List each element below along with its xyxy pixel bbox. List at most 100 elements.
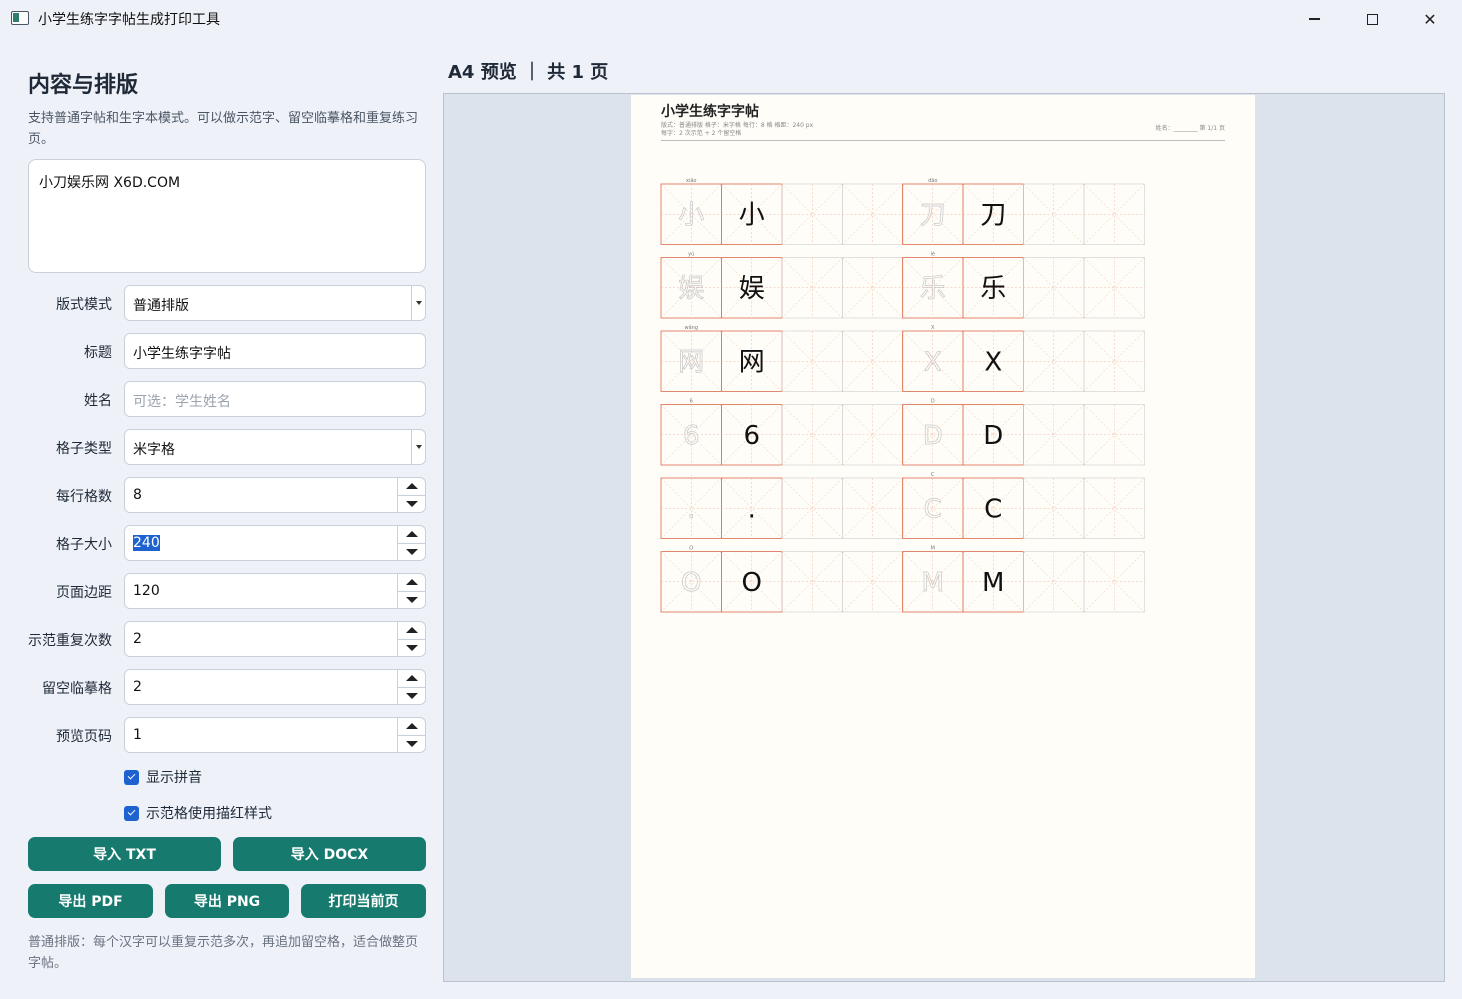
demo-character: . (748, 494, 756, 524)
trace-character: D (923, 421, 943, 451)
spin-up-icon[interactable] (398, 478, 425, 496)
maximize-button[interactable] (1343, 0, 1401, 38)
demo-character: 娱 (739, 274, 765, 304)
print-page-button[interactable]: 打印当前页 (301, 884, 426, 918)
pinyin-label: M (931, 546, 935, 552)
title-input[interactable]: 小学生练字字帖 (124, 333, 426, 369)
trace-character: 小 (678, 200, 704, 230)
layout-mode-row: 版式模式 普通排版 (28, 285, 426, 321)
page-margin-value: 120 (133, 583, 160, 599)
minimize-button[interactable] (1285, 0, 1343, 38)
practice-grid: xiǎo 小 小 dāo 刀 刀 yú 娱 娱 lè 乐 乐 wǎng 网 网 X X X 6 6 6 D D D.. . C C C… (660, 177, 1145, 613)
layout-mode-label: 版式模式 (56, 297, 112, 313)
spinner (397, 670, 425, 704)
preview-page-row: 预览页码 1 (28, 717, 426, 753)
spin-up-icon[interactable] (398, 718, 425, 736)
page-margin-label: 页面边距 (56, 585, 112, 601)
trace-character: 娱 (678, 274, 704, 304)
spin-up-icon[interactable] (398, 526, 425, 544)
cell-size-row: 格子大小 240 (28, 525, 426, 561)
app-icon (11, 11, 29, 25)
trace-character: O (681, 568, 701, 598)
maximize-icon (1366, 13, 1378, 25)
grid-type-select[interactable]: 米字格 (124, 429, 426, 465)
demo-character: C (984, 494, 1002, 524)
spin-down-icon[interactable] (398, 640, 425, 657)
layout-mode-select[interactable]: 普通排版 (124, 285, 426, 321)
trace-character: X (924, 347, 942, 377)
pinyin-label: . (690, 472, 692, 478)
export-png-button[interactable]: 导出 PNG (165, 884, 289, 918)
pinyin-label: xiǎo (686, 177, 696, 184)
trace-character: 刀 (920, 200, 946, 230)
cells-per-row-spinbox[interactable]: 8 (124, 477, 426, 513)
blank-practice-spinbox[interactable]: 2 (124, 669, 426, 705)
name-input[interactable]: 可选：学生姓名 (124, 381, 426, 417)
checkmark-icon[interactable] (124, 769, 139, 785)
spinner (397, 622, 425, 656)
preview-area[interactable]: 小学生练字字帖 版式：普通排版 格子：米字格 每行：8 格 格距：240 px … (443, 93, 1445, 982)
spin-down-icon[interactable] (398, 496, 425, 513)
preview-title: A4 预览 ｜ 共 1 页 (448, 62, 609, 83)
blank-practice-label: 留空临摹格 (42, 681, 112, 697)
pinyin-label: dāo (928, 178, 937, 184)
cell-size-label: 格子大小 (56, 537, 112, 553)
spin-down-icon[interactable] (398, 592, 425, 609)
mode-hint: 普通排版：每个汉字可以重复示范多次，再追加留空格，适合做整页字帖。 (28, 935, 419, 971)
spin-up-icon[interactable] (398, 574, 425, 592)
close-button[interactable]: ✕ (1401, 0, 1459, 38)
title-label: 标题 (84, 345, 112, 361)
demo-character: 网 (739, 347, 765, 377)
chevron-down-icon[interactable] (411, 286, 425, 320)
demo-repeat-spinbox[interactable]: 2 (124, 621, 426, 657)
trace-character: 6 (683, 421, 700, 451)
content-textarea[interactable]: 小刀娱乐网 X6D.COM (28, 159, 426, 273)
chevron-down-icon[interactable] (411, 430, 425, 464)
layout-mode-value: 普通排版 (133, 298, 189, 314)
trace-character: 网 (678, 347, 704, 377)
demo-character: 小 (739, 200, 765, 230)
cell-size-value: 240 (133, 535, 160, 551)
spinner (397, 478, 425, 512)
export-pdf-button[interactable]: 导出 PDF (28, 884, 153, 918)
import-docx-button[interactable]: 导入 DOCX (233, 837, 426, 871)
spin-up-icon[interactable] (398, 670, 425, 688)
preview-page-spinbox[interactable]: 1 (124, 717, 426, 753)
demo-repeat-row: 示范重复次数 2 (28, 621, 426, 657)
spinner (397, 718, 425, 752)
pinyin-label: O (689, 546, 693, 552)
pinyin-label: lè (931, 251, 935, 258)
spinner (397, 526, 425, 560)
trace-character: M (922, 568, 944, 598)
spin-up-icon[interactable] (398, 622, 425, 640)
close-icon: ✕ (1423, 9, 1437, 29)
panel-heading: 内容与排版 (28, 73, 139, 98)
trace-character: 乐 (920, 274, 946, 304)
pinyin-label: yú (688, 251, 694, 258)
cells-per-row-row: 每行格数 8 (28, 477, 426, 513)
blank-practice-row: 留空临摹格 2 (28, 669, 426, 705)
preview-page-value: 1 (133, 727, 142, 743)
demo-character: D (983, 421, 1003, 451)
demo-repeat-label: 示范重复次数 (28, 633, 112, 649)
demo-character: 乐 (980, 274, 1006, 304)
import-txt-button[interactable]: 导入 TXT (28, 837, 221, 871)
a4-sheet: 小学生练字字帖 版式：普通排版 格子：米字格 每行：8 格 格距：240 px … (631, 95, 1255, 978)
demo-character: O (742, 568, 762, 598)
show-pinyin-label: 显示拼音 (146, 770, 202, 786)
spin-down-icon[interactable] (398, 544, 425, 561)
preview-page-label: 预览页码 (56, 729, 112, 745)
checkmark-icon[interactable] (124, 805, 139, 821)
spin-down-icon[interactable] (398, 736, 425, 753)
spin-down-icon[interactable] (398, 688, 425, 705)
pinyin-label: X (931, 325, 935, 331)
cells-per-row-value: 8 (133, 487, 142, 503)
show-pinyin-checkbox[interactable]: 显示拼音 (124, 767, 202, 787)
grid-type-row: 格子类型 米字格 (28, 429, 426, 465)
page-margin-spinbox[interactable]: 120 (124, 573, 426, 609)
grid-type-label: 格子类型 (56, 441, 112, 457)
trace-character: C (924, 494, 942, 524)
title-row: 标题 小学生练字字帖 (28, 333, 426, 369)
cell-size-spinbox[interactable]: 240 (124, 525, 426, 561)
trace-style-checkbox[interactable]: 示范格使用描红样式 (124, 803, 272, 823)
